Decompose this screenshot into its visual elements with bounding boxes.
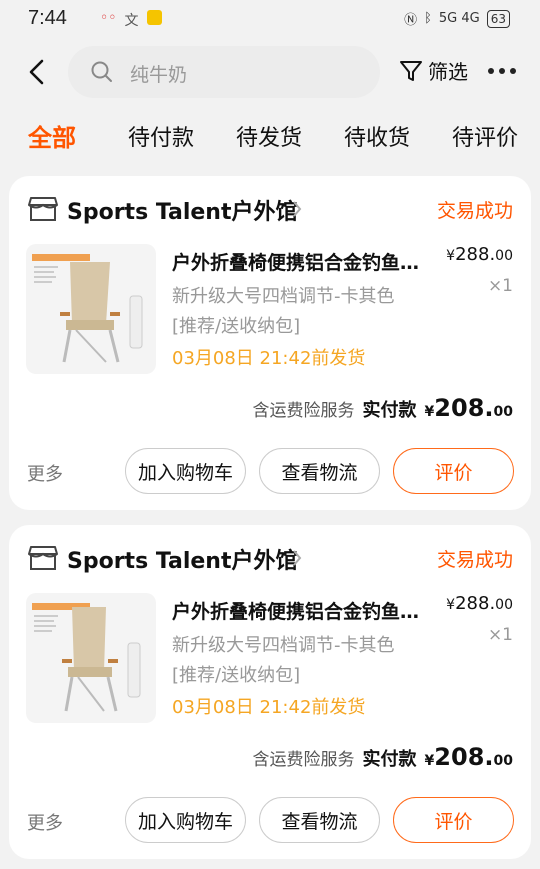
filter-icon bbox=[400, 60, 422, 81]
nfc-icon: Ⓝ bbox=[404, 13, 418, 28]
paid-amount: ¥208.00 bbox=[424, 394, 513, 422]
tab-pending-shipment[interactable]: 待发货 bbox=[236, 120, 302, 152]
paid-amount: ¥208.00 bbox=[424, 743, 513, 771]
review-button[interactable]: 评价 bbox=[393, 448, 514, 494]
order-card[interactable]: Sports Talent户外馆 交易成功 户外折叠椅便携铝合金钓鱼椅靠背 新升… bbox=[9, 525, 531, 859]
more-link[interactable]: 更多 bbox=[27, 460, 63, 486]
order-tabs: 全部 待付款 待发货 待收货 待评价 bbox=[0, 118, 540, 158]
product-spec: 新升级大号四档调节-卡其色 bbox=[172, 286, 395, 307]
shipping-insurance: 含运费险服务 bbox=[252, 750, 355, 770]
search-input[interactable]: 纯牛奶 bbox=[68, 46, 380, 98]
product-title[interactable]: 户外折叠椅便携铝合金钓鱼椅靠背 bbox=[172, 597, 434, 624]
signal-icon: 5G 4G bbox=[438, 11, 480, 26]
shipping-deadline: 03月08日 21:42前发货 bbox=[172, 697, 366, 718]
back-button[interactable] bbox=[24, 56, 50, 88]
unit-price: ¥288.00 bbox=[446, 593, 513, 614]
more-link[interactable]: 更多 bbox=[27, 809, 63, 835]
dot-icon bbox=[510, 68, 516, 74]
product-tag: [推荐/送收纳包] bbox=[172, 316, 301, 337]
product-image[interactable] bbox=[26, 244, 156, 374]
shop-name[interactable]: Sports Talent户外馆 bbox=[67, 194, 298, 226]
tab-all[interactable]: 全部 bbox=[28, 118, 76, 153]
paid-label: 实付款 bbox=[362, 400, 417, 421]
folding-chair-image bbox=[32, 603, 141, 712]
review-button[interactable]: 评价 bbox=[393, 797, 514, 843]
tab-pending-receipt[interactable]: 待收货 bbox=[344, 120, 410, 152]
chevron-right-icon bbox=[293, 201, 302, 217]
shipping-deadline: 03月08日 21:42前发货 bbox=[172, 348, 366, 369]
translate-icon: 文 bbox=[124, 13, 139, 29]
bluetooth-icon: ᛒ bbox=[424, 11, 432, 26]
shop-icon bbox=[28, 546, 58, 570]
tv-icon: ◦◦ bbox=[100, 10, 117, 26]
view-logistics-button[interactable]: 查看物流 bbox=[259, 797, 380, 843]
product-spec: 新升级大号四档调节-卡其色 bbox=[172, 635, 395, 656]
filter-label: 筛选 bbox=[428, 60, 468, 84]
add-to-cart-button[interactable]: 加入购物车 bbox=[125, 448, 246, 494]
add-to-cart-button[interactable]: 加入购物车 bbox=[125, 797, 246, 843]
tab-pending-payment[interactable]: 待付款 bbox=[128, 120, 194, 152]
status-bar: 7:44 ◦◦ 文 Ⓝ ᛒ 5G 4G 63 bbox=[0, 0, 540, 40]
app-icon bbox=[146, 10, 162, 25]
status-time: 7:44 bbox=[28, 7, 67, 29]
status-notification-icons: ◦◦ 文 bbox=[100, 10, 162, 30]
more-options-button[interactable] bbox=[488, 68, 516, 74]
quantity: ×1 bbox=[487, 625, 513, 645]
shop-icon bbox=[28, 197, 58, 221]
payment-summary: 含运费险服务 实付款 ¥208.00 bbox=[253, 743, 513, 771]
quantity: ×1 bbox=[487, 276, 513, 296]
chevron-left-icon bbox=[29, 59, 44, 85]
dot-icon bbox=[488, 68, 494, 74]
battery-icon: 63 bbox=[486, 9, 510, 28]
payment-summary: 含运费险服务 实付款 ¥208.00 bbox=[253, 394, 513, 422]
product-title[interactable]: 户外折叠椅便携铝合金钓鱼椅靠背 bbox=[172, 248, 434, 275]
view-logistics-button[interactable]: 查看物流 bbox=[259, 448, 380, 494]
status-system-icons: Ⓝ ᛒ 5G 4G 63 bbox=[404, 9, 510, 28]
shipping-insurance: 含运费险服务 bbox=[252, 401, 355, 421]
folding-chair-image bbox=[32, 254, 143, 363]
order-card[interactable]: Sports Talent户外馆 交易成功 户外折叠椅便携铝合金钓鱼椅靠背 新升… bbox=[9, 176, 531, 510]
order-status: 交易成功 bbox=[436, 549, 513, 571]
order-status: 交易成功 bbox=[436, 200, 513, 222]
product-tag: [推荐/送收纳包] bbox=[172, 665, 301, 686]
search-placeholder: 纯牛奶 bbox=[130, 64, 188, 86]
paid-label: 实付款 bbox=[362, 749, 417, 770]
dot-icon bbox=[499, 68, 505, 74]
search-icon bbox=[91, 61, 112, 82]
unit-price: ¥288.00 bbox=[446, 244, 513, 265]
tab-pending-review[interactable]: 待评价 bbox=[452, 120, 518, 152]
shop-name[interactable]: Sports Talent户外馆 bbox=[67, 543, 298, 575]
filter-button[interactable]: 筛选 bbox=[398, 56, 468, 85]
product-image[interactable] bbox=[26, 593, 156, 723]
chevron-right-icon bbox=[293, 550, 302, 566]
